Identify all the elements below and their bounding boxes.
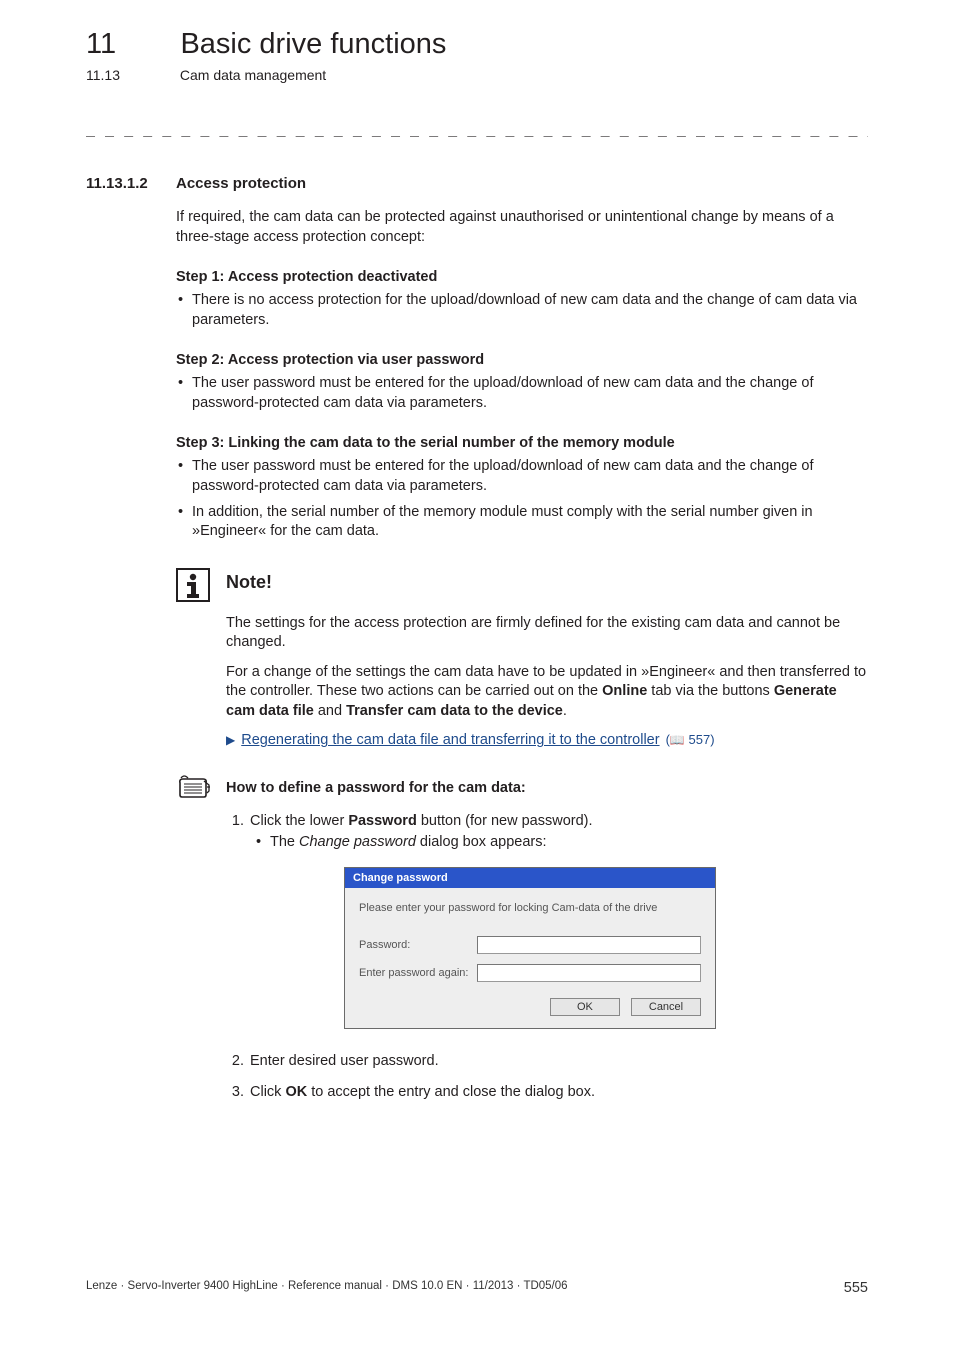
subchapter-number: 11.13 bbox=[86, 67, 176, 83]
chapter-header: 11 Basic drive functions bbox=[86, 28, 868, 61]
separator: _ _ _ _ _ _ _ _ _ _ _ _ _ _ _ _ _ _ _ _ … bbox=[86, 119, 868, 137]
step-title: Step 3: Linking the cam data to the seri… bbox=[176, 435, 868, 451]
subchapter-row: 11.13 Cam data management bbox=[86, 67, 868, 83]
arrow-icon: ▶ bbox=[226, 732, 235, 748]
section-title: Access protection bbox=[176, 175, 306, 192]
info-icon bbox=[176, 568, 210, 602]
cancel-button[interactable]: Cancel bbox=[631, 998, 701, 1016]
list-item: 2. Enter desired user password. bbox=[226, 1051, 868, 1072]
password-input[interactable] bbox=[477, 936, 701, 954]
book-icon: 📖 bbox=[670, 733, 685, 747]
list-item: 3. Click OK to accept the entry and clos… bbox=[226, 1082, 868, 1103]
procedure-icon bbox=[176, 775, 214, 801]
page-number: 555 bbox=[844, 1280, 868, 1296]
link-text: Regenerating the cam data file and trans… bbox=[241, 731, 659, 751]
list-item: 1. Click the lower Password button (for … bbox=[226, 811, 868, 832]
note-body: The settings for the access protection a… bbox=[226, 614, 868, 751]
section-number: 11.13.1.2 bbox=[86, 175, 176, 192]
list-number: 2. bbox=[226, 1051, 244, 1072]
cross-reference-link[interactable]: ▶ Regenerating the cam data file and tra… bbox=[226, 731, 868, 751]
password-again-label: Enter password again: bbox=[359, 967, 477, 979]
section-heading: 11.13.1.2 Access protection bbox=[86, 175, 868, 192]
footer-text: Lenze · Servo-Inverter 9400 HighLine · R… bbox=[86, 1280, 568, 1296]
dialog-prompt: Please enter your password for locking C… bbox=[359, 902, 701, 914]
ok-button[interactable]: OK bbox=[550, 998, 620, 1016]
change-password-dialog: Change password Please enter your passwo… bbox=[344, 867, 716, 1029]
step-bullet: In addition, the serial number of the me… bbox=[176, 503, 868, 542]
chapter-title: Basic drive functions bbox=[180, 28, 446, 60]
list-sub-item: The Change password dialog box appears: bbox=[254, 832, 868, 853]
password-again-input[interactable] bbox=[477, 964, 701, 982]
step-title: Step 1: Access protection deactivated bbox=[176, 269, 868, 285]
note-title: Note! bbox=[226, 572, 272, 593]
subchapter-title: Cam data management bbox=[180, 67, 326, 83]
note-paragraph: The settings for the access protection a… bbox=[226, 614, 868, 653]
note-paragraph: For a change of the settings the cam dat… bbox=[226, 663, 868, 722]
intro-paragraph: If required, the cam data can be protect… bbox=[176, 208, 868, 247]
list-number: 1. bbox=[226, 811, 244, 832]
link-page: (📖 557) bbox=[666, 731, 715, 749]
page-footer: Lenze · Servo-Inverter 9400 HighLine · R… bbox=[86, 1280, 868, 1296]
step-bullet: There is no access protection for the up… bbox=[176, 291, 868, 330]
step-bullet: The user password must be entered for th… bbox=[176, 374, 868, 413]
step-title: Step 2: Access protection via user passw… bbox=[176, 352, 868, 368]
step-bullet: The user password must be entered for th… bbox=[176, 457, 868, 496]
howto-title: How to define a password for the cam dat… bbox=[226, 780, 526, 796]
chapter-number: 11 bbox=[86, 28, 176, 61]
list-number: 3. bbox=[226, 1082, 244, 1103]
dialog-titlebar: Change password bbox=[345, 868, 715, 888]
password-label: Password: bbox=[359, 939, 477, 951]
